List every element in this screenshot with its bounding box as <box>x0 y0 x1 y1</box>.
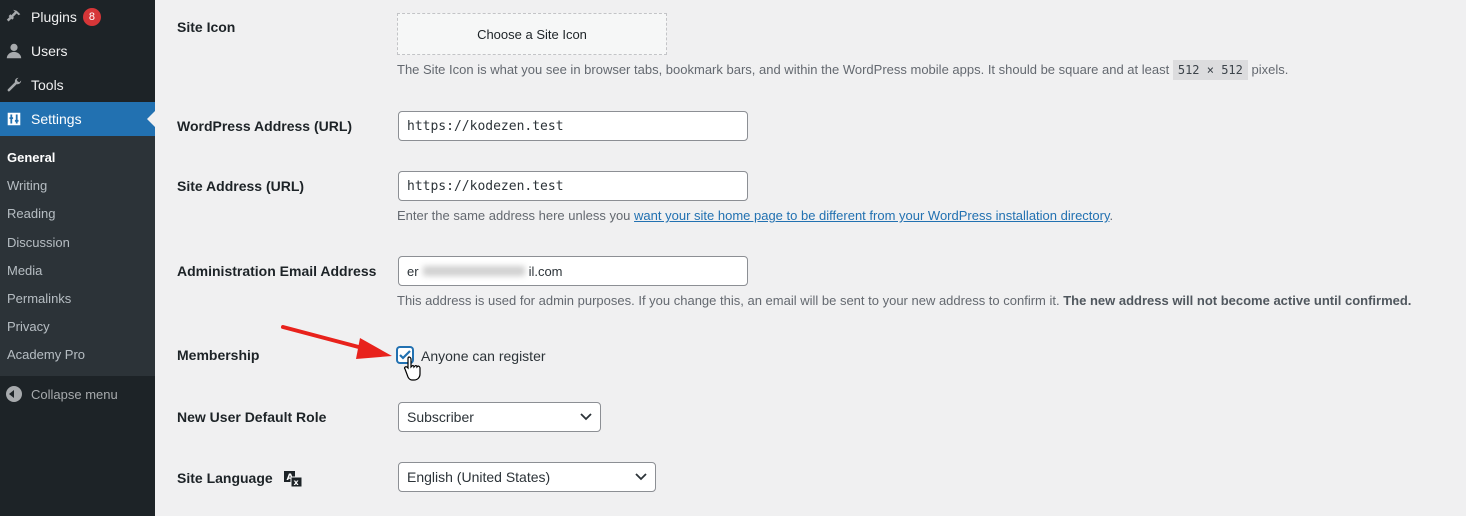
site-address-label: Site Address (URL) <box>177 178 305 194</box>
update-count-badge: 8 <box>82 8 101 26</box>
chevron-down-icon <box>635 473 647 481</box>
site-address-help-link[interactable]: want your site home page to be different… <box>634 208 1109 223</box>
site-icon-desc-suffix: pixels. <box>1251 62 1289 77</box>
submenu-academy-pro[interactable]: Academy Pro <box>7 347 85 362</box>
site-address-desc-text: Enter the same address here unless you <box>397 208 631 223</box>
membership-label: Membership <box>177 347 260 363</box>
site-language-label: Site Language A x <box>177 470 303 488</box>
site-address-input[interactable]: https://kodezen.test <box>398 171 748 201</box>
admin-email-value-start: er <box>407 263 419 279</box>
submenu-privacy[interactable]: Privacy <box>7 319 50 334</box>
submenu-reading[interactable]: Reading <box>7 206 55 221</box>
menu-label-tools: Tools <box>31 77 64 93</box>
settings-submenu: General Writing Reading Discussion Media… <box>0 136 155 376</box>
collapse-menu-label: Collapse menu <box>31 386 118 402</box>
redacted-email-blur <box>419 265 529 277</box>
site-icon-size-code: 512 × 512 <box>1172 60 1248 80</box>
site-address-description: Enter the same address here unless you w… <box>397 208 1113 223</box>
collapse-arrow-icon <box>6 386 22 402</box>
settings-icon <box>4 109 24 129</box>
admin-email-desc-text: This address is used for admin purposes.… <box>397 293 1060 308</box>
menu-item-tools[interactable]: Tools <box>0 68 155 102</box>
menu-label-plugins: Plugins <box>31 9 77 25</box>
site-icon-label: Site Icon <box>177 19 236 35</box>
site-address-desc-suffix: . <box>1109 208 1114 223</box>
site-language-value: English (United States) <box>407 469 551 485</box>
submenu-discussion[interactable]: Discussion <box>7 235 70 250</box>
site-language-label-text: Site Language <box>177 470 273 486</box>
choose-site-icon-button[interactable]: Choose a Site Icon <box>397 13 667 55</box>
site-icon-description: The Site Icon is what you see in browser… <box>397 60 1289 80</box>
submenu-permalinks[interactable]: Permalinks <box>7 291 71 306</box>
admin-email-value-end: il.com <box>528 263 563 279</box>
users-icon <box>4 41 24 61</box>
submenu-general[interactable]: General <box>7 150 55 165</box>
wordpress-address-label: WordPress Address (URL) <box>177 118 353 134</box>
menu-label-users: Users <box>31 43 68 59</box>
site-icon-desc-text: The Site Icon is what you see in browser… <box>397 62 1170 77</box>
hand-pointer-cursor-icon <box>404 356 421 381</box>
admin-sidebar: Plugins 8 Users Tools Settings General W… <box>0 0 155 516</box>
default-role-value: Subscriber <box>407 409 474 425</box>
menu-item-users[interactable]: Users <box>0 34 155 68</box>
svg-text:x: x <box>293 478 299 487</box>
submenu-writing[interactable]: Writing <box>7 178 47 193</box>
admin-email-description: This address is used for admin purposes.… <box>397 293 1411 308</box>
menu-item-settings[interactable]: Settings <box>0 102 155 136</box>
translation-icon: A x <box>283 471 303 488</box>
menu-label-settings: Settings <box>31 111 82 127</box>
wordpress-address-input[interactable]: https://kodezen.test <box>398 111 748 141</box>
submenu-media[interactable]: Media <box>7 263 42 278</box>
anyone-can-register-label[interactable]: Anyone can register <box>421 348 546 364</box>
plugins-icon <box>4 7 24 27</box>
collapse-menu-button[interactable]: Collapse menu <box>0 382 155 406</box>
menu-item-plugins[interactable]: Plugins 8 <box>0 0 155 34</box>
admin-email-desc-strong: The new address will not become active u… <box>1063 293 1412 308</box>
default-role-select[interactable]: Subscriber <box>398 402 601 432</box>
chevron-down-icon <box>580 413 592 421</box>
red-arrow-annotation <box>281 325 392 359</box>
default-role-label: New User Default Role <box>177 409 327 425</box>
tools-icon <box>4 75 24 95</box>
admin-email-input[interactable]: er il.com <box>398 256 748 286</box>
admin-email-label: Administration Email Address <box>177 263 377 279</box>
site-language-select[interactable]: English (United States) <box>398 462 656 492</box>
